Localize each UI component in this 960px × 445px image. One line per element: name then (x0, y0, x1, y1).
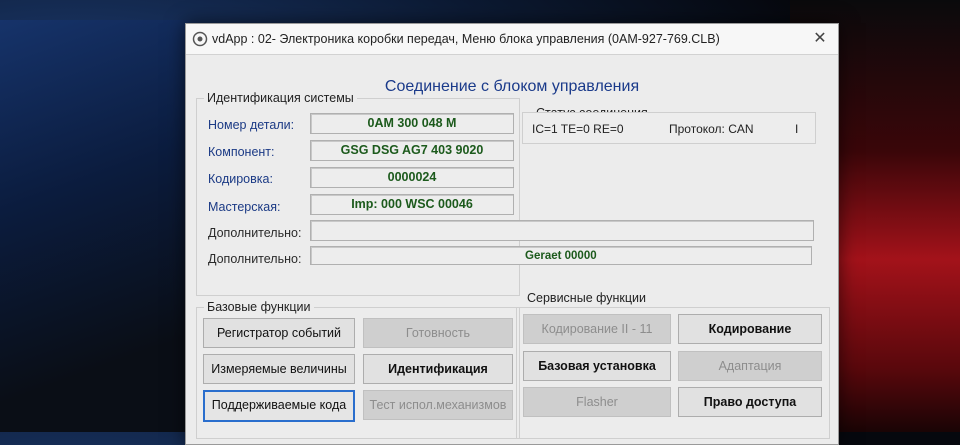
background-left (0, 20, 190, 432)
component-label: Компонент: (208, 145, 275, 159)
gear-icon (192, 31, 208, 47)
coding-ii-button[interactable]: Кодирование II - 11 (523, 314, 671, 344)
workshop-value: Imp: 000 WSC 00046 (310, 194, 514, 215)
access-rights-button[interactable]: Право доступа (678, 387, 822, 417)
actuator-test-button[interactable]: Тест испол.механизмов (363, 390, 513, 420)
connection-counters: IC=1 TE=0 RE=0 (532, 122, 624, 136)
identification-section-label: Идентификация системы (204, 91, 357, 105)
title-bar[interactable]: vdApp : 02- Электроника коробки передач,… (186, 24, 838, 55)
supported-codes-button[interactable]: Поддерживаемые кода (203, 390, 355, 422)
coding-value: 0000024 (310, 167, 514, 188)
coding-label: Кодировка: (208, 172, 273, 186)
workshop-label: Мастерская: (208, 200, 281, 214)
additional-label-1: Дополнительно: (208, 226, 302, 240)
basic-settings-button[interactable]: Базовая установка (523, 351, 671, 381)
coding-button[interactable]: Кодирование (678, 314, 822, 344)
connection-status-box: IC=1 TE=0 RE=0 Протокол: CAN I (522, 112, 816, 144)
flasher-button[interactable]: Flasher (523, 387, 671, 417)
readiness-button[interactable]: Готовность (363, 318, 513, 348)
service-functions-label: Сервисные функции (524, 291, 650, 305)
close-icon[interactable]: ✕ (810, 29, 830, 49)
additional-value-1 (310, 220, 814, 241)
adaptation-button[interactable]: Адаптация (678, 351, 822, 381)
status-indicator: I (795, 122, 799, 136)
component-value: GSG DSG AG7 403 9020 (310, 140, 514, 161)
part-number-value: 0AM 300 048 M (310, 113, 514, 134)
identification-button[interactable]: Идентификация (363, 354, 513, 384)
window-title: vdApp : 02- Электроника коробки передач,… (212, 32, 720, 46)
additional-value-2: Geraet 00000 (310, 246, 812, 265)
measured-values-button[interactable]: Измеряемые величины (203, 354, 355, 384)
protocol-text: Протокол: CAN (669, 122, 754, 136)
basic-functions-label: Базовые функции (204, 300, 314, 314)
app-window: vdApp : 02- Электроника коробки передач,… (185, 23, 839, 445)
part-number-label: Номер детали: (208, 118, 295, 132)
event-log-button[interactable]: Регистратор событий (203, 318, 355, 348)
additional-label-2: Дополнительно: (208, 252, 302, 266)
